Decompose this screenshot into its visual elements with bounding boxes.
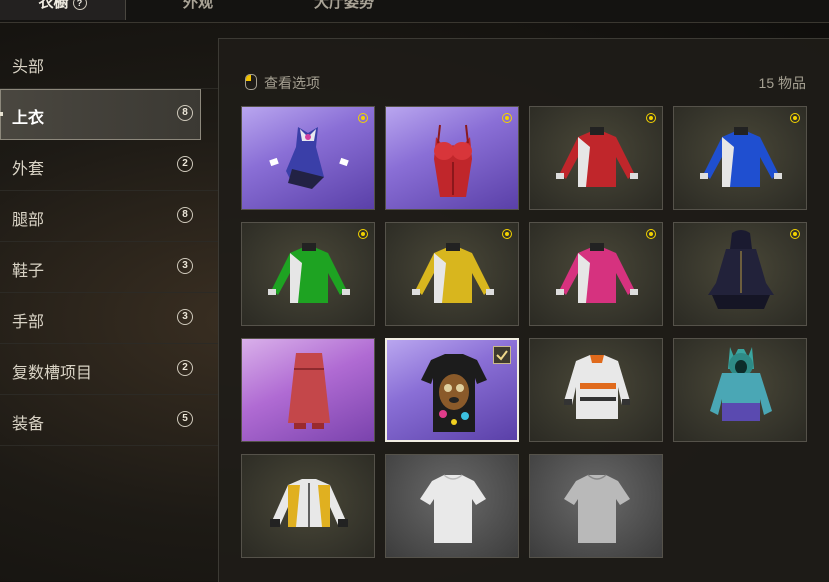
sidebar-item-legs[interactable]: 腿部 8 bbox=[0, 191, 218, 242]
item-card-grey-tshirt[interactable] bbox=[529, 454, 663, 558]
item-card-red-corset[interactable] bbox=[385, 106, 519, 210]
sidebar-item-label: 装备 bbox=[12, 416, 45, 433]
selected-check-icon bbox=[493, 346, 511, 364]
sidebar-item-tops[interactable]: 上衣 8 bbox=[0, 89, 201, 140]
white-tshirt-icon bbox=[420, 474, 486, 543]
item-card-teal-bunny-hoodie[interactable] bbox=[673, 338, 807, 442]
sidebar-item-gear[interactable]: 装备 5 bbox=[0, 395, 218, 446]
purple-dress-icon bbox=[269, 127, 349, 189]
count-badge: 3 bbox=[177, 258, 193, 274]
sidebar-item-label: 头部 bbox=[12, 59, 45, 76]
tab-lobby-pose-label: 大厅姿势 bbox=[314, 0, 375, 11]
sidebar-item-multi-slot[interactable]: 复数槽项目 2 bbox=[0, 344, 218, 395]
equipped-indicator bbox=[646, 113, 656, 123]
equipped-indicator bbox=[502, 229, 512, 239]
count-badge: 3 bbox=[177, 309, 193, 325]
item-card-yellow-white-jacket[interactable] bbox=[241, 454, 375, 558]
sidebar-item-label: 鞋子 bbox=[12, 263, 45, 280]
item-card-yellow-shirt[interactable] bbox=[385, 222, 519, 326]
top-tab-bar: 衣橱? 外观 大厅姿势 bbox=[0, 0, 829, 23]
blue-shirt-icon bbox=[700, 127, 782, 187]
view-options-label: 查看选项 bbox=[264, 75, 320, 91]
equipped-indicator bbox=[790, 229, 800, 239]
red-knit-dress-icon bbox=[288, 353, 330, 429]
sidebar-item-shoes[interactable]: 鞋子 3 bbox=[0, 242, 218, 293]
sidebar-item-label: 上衣 bbox=[12, 110, 45, 127]
sidebar-item-label: 复数槽项目 bbox=[12, 365, 93, 382]
sidebar-item-hands[interactable]: 手部 3 bbox=[0, 293, 218, 344]
teal-bunny-hoodie-icon bbox=[710, 347, 772, 421]
item-count: 15 物品 bbox=[758, 75, 806, 91]
pink-shirt-icon bbox=[556, 243, 638, 303]
yellow-white-jacket-icon bbox=[270, 479, 348, 527]
sidebar-item-label: 腿部 bbox=[12, 212, 45, 229]
item-card-orange-white-jacket[interactable] bbox=[529, 338, 663, 442]
yellow-shirt-icon bbox=[412, 243, 494, 303]
item-card-purple-dress[interactable] bbox=[241, 106, 375, 210]
sidebar-item-head[interactable]: 头部 bbox=[0, 38, 218, 89]
item-card-dark-hooded-dress[interactable] bbox=[673, 222, 807, 326]
info-icon[interactable]: ? bbox=[72, 0, 87, 11]
item-card-red-shirt[interactable] bbox=[529, 106, 663, 210]
count-badge: 2 bbox=[177, 360, 193, 376]
equipped-indicator bbox=[646, 229, 656, 239]
tab-appearance-label: 外观 bbox=[183, 0, 214, 11]
dark-hooded-dress-icon bbox=[708, 230, 774, 309]
equipped-indicator bbox=[502, 113, 512, 123]
red-corset-icon bbox=[434, 124, 472, 197]
item-card-green-shirt[interactable] bbox=[241, 222, 375, 326]
mouse-icon bbox=[245, 74, 257, 90]
item-card-pink-shirt[interactable] bbox=[529, 222, 663, 326]
item-card-white-tshirt[interactable] bbox=[385, 454, 519, 558]
sidebar-item-outerwear[interactable]: 外套 2 bbox=[0, 140, 218, 191]
tab-appearance[interactable]: 外观 bbox=[183, 0, 213, 20]
sidebar-item-label: 手部 bbox=[12, 314, 45, 331]
red-shirt-icon bbox=[556, 127, 638, 187]
count-badge: 8 bbox=[177, 105, 193, 121]
tab-wardrobe-label: 衣橱 bbox=[38, 0, 69, 11]
green-shirt-icon bbox=[268, 243, 350, 303]
equipped-indicator bbox=[790, 113, 800, 123]
tab-wardrobe[interactable]: 衣橱? bbox=[0, 0, 126, 20]
category-sidebar: 头部 上衣 8 外套 2 腿部 8 鞋子 3 手部 3 复数槽项目 2 装备 5 bbox=[0, 38, 218, 446]
item-card-blue-shirt[interactable] bbox=[673, 106, 807, 210]
orange-white-jacket-icon bbox=[564, 355, 630, 419]
count-badge: 5 bbox=[177, 411, 193, 427]
view-options-button[interactable]: 查看选项 bbox=[245, 73, 320, 93]
sidebar-item-label: 外套 bbox=[12, 161, 45, 178]
count-badge: 8 bbox=[177, 207, 193, 223]
grey-tshirt-icon bbox=[564, 474, 630, 543]
item-card-red-knit-dress[interactable] bbox=[241, 338, 375, 442]
count-badge: 2 bbox=[177, 156, 193, 172]
tab-lobby-pose[interactable]: 大厅姿势 bbox=[314, 0, 374, 20]
item-card-dog-print-tshirt[interactable] bbox=[385, 338, 519, 442]
equipped-indicator bbox=[358, 113, 368, 123]
equipped-indicator bbox=[358, 229, 368, 239]
